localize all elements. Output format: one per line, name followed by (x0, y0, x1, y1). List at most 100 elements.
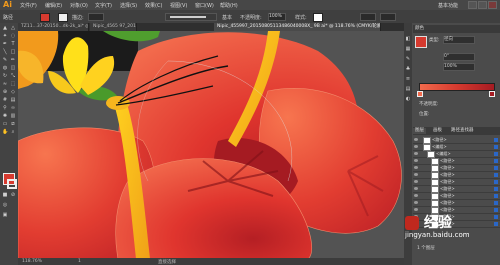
blend-icon[interactable]: ∞ (10, 106, 16, 111)
swatches-icon[interactable]: ▦ (405, 47, 411, 52)
transform-buttons[interactable] (380, 13, 396, 21)
brushes-icon[interactable]: ✎ (405, 57, 411, 62)
width-icon[interactable]: ≈ (2, 82, 8, 87)
lasso-icon[interactable]: ◌ (10, 34, 16, 39)
layer-select-indicator[interactable] (494, 138, 498, 142)
workspace-switcher[interactable]: 基本功能 (438, 2, 458, 9)
tab-document-2[interactable]: Nipic_4565 97_2015... @ 3 %... (90, 23, 137, 31)
tab-document-active[interactable]: Nipic_455997_20150805113486040008X_ 9B a… (214, 23, 381, 31)
layer-select-indicator[interactable] (494, 173, 498, 177)
scale-icon[interactable]: ⤡ (10, 74, 16, 79)
layer-select-indicator[interactable] (494, 145, 498, 149)
layer-row[interactable]: <路径> (413, 179, 500, 186)
brush-definition[interactable] (165, 13, 217, 21)
style-swatch[interactable] (313, 13, 323, 22)
type-icon[interactable]: T (10, 42, 16, 47)
rotate-icon[interactable]: ↻ (2, 74, 8, 79)
symbol-sprayer-icon[interactable]: ✺ (2, 114, 8, 119)
rectangle-icon[interactable]: □ (10, 50, 16, 55)
eye-icon[interactable] (414, 152, 418, 155)
layer-select-indicator[interactable] (494, 159, 498, 163)
fill-swatch[interactable] (40, 13, 50, 22)
eye-icon[interactable] (414, 138, 418, 141)
free-transform-icon[interactable]: ⬚ (10, 82, 16, 87)
eye-icon[interactable] (414, 159, 418, 162)
eye-icon[interactable] (414, 173, 418, 176)
layer-row[interactable]: <路径> (413, 172, 500, 179)
stroke-swatch[interactable] (58, 13, 68, 22)
menu-edit[interactable]: 编辑(E) (45, 2, 62, 9)
color-mode-icon[interactable]: ■ (2, 193, 8, 198)
zoom-level[interactable]: 118.76% (22, 259, 42, 264)
eye-icon[interactable] (414, 187, 418, 190)
layer-select-indicator[interactable] (494, 187, 498, 191)
page-number[interactable]: 1 (78, 259, 81, 264)
stroke-weight-field[interactable] (88, 13, 104, 21)
tab-layers[interactable]: 图层 (413, 128, 426, 134)
tab-pathfinder[interactable]: 路径查找器 (449, 128, 476, 134)
magic-wand-icon[interactable]: ✦ (2, 34, 8, 39)
menu-view[interactable]: 视图(V) (170, 2, 187, 9)
close-icon[interactable] (488, 1, 497, 9)
shape-builder-icon[interactable]: ⊕ (2, 90, 8, 95)
draw-mode-icon[interactable]: ◎ (2, 203, 8, 208)
layer-row[interactable]: <编组> (413, 144, 500, 151)
layer-row[interactable]: <编组> (413, 151, 500, 158)
stroke-panel-icon[interactable]: ≡ (405, 77, 411, 82)
eye-icon[interactable] (414, 166, 418, 169)
perspective-icon[interactable]: ◇ (10, 90, 16, 95)
eye-icon[interactable] (414, 201, 418, 204)
minimize-icon[interactable] (468, 1, 477, 9)
menu-file[interactable]: 文件(F) (20, 2, 37, 9)
symbols-icon[interactable]: ♣ (405, 67, 411, 72)
eye-icon[interactable] (414, 208, 418, 211)
layer-select-indicator[interactable] (494, 194, 498, 198)
pen-icon[interactable]: ✒ (2, 42, 8, 47)
layer-select-indicator[interactable] (494, 166, 498, 170)
screen-mode-icon[interactable]: ▣ (2, 213, 8, 218)
hand-icon[interactable]: ✋ (2, 130, 8, 135)
tab-artboards[interactable]: 画板 (431, 128, 444, 134)
ratio-field[interactable]: 100% (443, 63, 475, 71)
layer-select-indicator[interactable] (494, 180, 498, 184)
eye-icon[interactable] (414, 194, 418, 197)
layer-row[interactable]: <路径> (413, 200, 500, 207)
tab-document-1[interactable]: TZ11...37-20150...dk-2k_ai* @ 100%... (18, 23, 89, 31)
transparency-icon[interactable]: ◐ (405, 97, 411, 102)
gradient-slider[interactable] (419, 83, 495, 91)
mesh-icon[interactable]: # (2, 98, 8, 103)
menu-type[interactable]: 文字(T) (95, 2, 112, 9)
layer-row[interactable]: <路径> (413, 165, 500, 172)
layer-row[interactable]: <路径> (413, 137, 500, 144)
eraser-icon[interactable]: ◫ (10, 66, 16, 71)
artboard-canvas[interactable] (18, 31, 404, 259)
layer-row[interactable]: <路径> (413, 193, 500, 200)
line-icon[interactable]: ╲ (2, 50, 8, 55)
brush-icon[interactable]: ✎ (2, 58, 8, 63)
slice-icon[interactable]: ⧄ (10, 122, 16, 127)
layer-select-indicator[interactable] (494, 222, 498, 226)
menu-effect[interactable]: 效果(C) (145, 2, 162, 9)
stroke-color-box[interactable] (7, 179, 17, 189)
gradient-panel-icon[interactable]: ▤ (405, 87, 411, 92)
layer-select-indicator[interactable] (494, 215, 498, 219)
pencil-icon[interactable]: ✏ (10, 58, 16, 63)
selection-arrow-icon[interactable]: ▲ (2, 26, 8, 31)
align-buttons[interactable] (360, 13, 376, 21)
menu-help[interactable]: 帮助(H) (220, 2, 238, 9)
layer-select-indicator[interactable] (494, 152, 498, 156)
layer-row[interactable]: <路径> (413, 158, 500, 165)
zoom-icon[interactable]: ⌕ (10, 130, 16, 135)
direct-select-icon[interactable]: △ (10, 26, 16, 31)
opacity-field[interactable]: 100% (268, 13, 286, 21)
eye-icon[interactable] (414, 180, 418, 183)
eye-icon[interactable] (414, 145, 418, 148)
menu-window[interactable]: 窗口(W) (195, 2, 214, 9)
color-panel-icon[interactable]: ◧ (405, 37, 411, 42)
maximize-icon[interactable] (478, 1, 487, 9)
artboard-icon[interactable]: ▭ (2, 122, 8, 127)
angle-field[interactable]: 0° (443, 53, 475, 61)
gradient-stop-left[interactable] (417, 91, 423, 97)
menu-object[interactable]: 对象(O) (70, 2, 88, 9)
layer-row[interactable]: <路径> (413, 186, 500, 193)
